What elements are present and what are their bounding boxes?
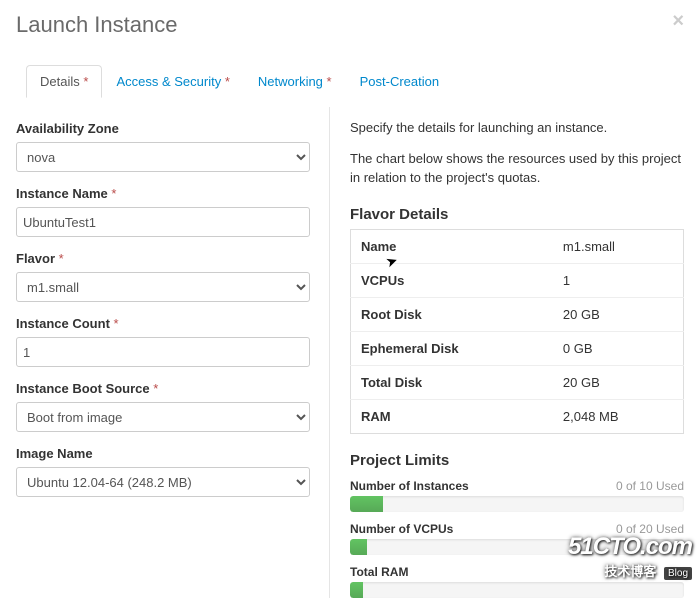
tab-networking[interactable]: Networking *: [244, 65, 346, 98]
cell-value: 0 GB: [553, 331, 684, 365]
label-instance-name: Instance Name *: [16, 186, 309, 201]
label-flavor: Flavor *: [16, 251, 309, 266]
required-asterisk: *: [83, 74, 88, 89]
progress-bar-instances: [350, 496, 684, 512]
limit-used: 0 of 10 Used: [616, 479, 684, 493]
label-image-name: Image Name: [16, 446, 309, 461]
modal-header: Launch Instance ×: [0, 0, 700, 48]
required-asterisk: *: [327, 74, 332, 89]
table-row: RAM2,048 MB: [351, 399, 684, 433]
help-text-2: The chart below shows the resources used…: [350, 150, 684, 188]
form-panel: Availability Zone nova Instance Name * F…: [16, 107, 330, 598]
tab-label: Access & Security: [116, 74, 221, 89]
field-image-name: Image Name Ubuntu 12.04-64 (248.2 MB): [16, 446, 309, 497]
table-row: Ephemeral Disk0 GB: [351, 331, 684, 365]
cell-label: Name: [351, 229, 553, 263]
progress-fill: [350, 582, 363, 598]
instance-count-input[interactable]: [16, 337, 310, 367]
field-instance-name: Instance Name *: [16, 186, 309, 237]
tab-details[interactable]: Details *: [26, 65, 102, 98]
required-asterisk: *: [59, 251, 64, 266]
details-panel: Specify the details for launching an ins…: [330, 107, 684, 598]
label-boot-source: Instance Boot Source *: [16, 381, 309, 396]
label-availability-zone: Availability Zone: [16, 121, 309, 136]
flavor-select[interactable]: m1.small: [16, 272, 310, 302]
cell-value: 20 GB: [553, 297, 684, 331]
image-name-select[interactable]: Ubuntu 12.04-64 (248.2 MB): [16, 467, 310, 497]
modal-body: Availability Zone nova Instance Name * F…: [0, 97, 700, 598]
progress-fill: [350, 496, 383, 512]
required-asterisk: *: [153, 381, 158, 396]
limit-row-ram: Total RAM: [350, 565, 684, 579]
table-row: Total Disk20 GB: [351, 365, 684, 399]
instance-name-input[interactable]: [16, 207, 310, 237]
field-boot-source: Instance Boot Source * Boot from image: [16, 381, 309, 432]
cell-label: Ephemeral Disk: [351, 331, 553, 365]
field-availability-zone: Availability Zone nova: [16, 121, 309, 172]
limit-label: Number of VCPUs: [350, 522, 453, 536]
table-row: Root Disk20 GB: [351, 297, 684, 331]
cell-value: m1.small: [553, 229, 684, 263]
cell-value: 2,048 MB: [553, 399, 684, 433]
required-asterisk: *: [225, 74, 230, 89]
limit-label: Number of Instances: [350, 479, 469, 493]
limit-used: 0 of 20 Used: [616, 522, 684, 536]
field-instance-count: Instance Count *: [16, 316, 309, 367]
cell-value: 20 GB: [553, 365, 684, 399]
progress-bar-vcpus: [350, 539, 684, 555]
tab-access-security[interactable]: Access & Security *: [102, 65, 243, 98]
limit-row-vcpus: Number of VCPUs 0 of 20 Used: [350, 522, 684, 536]
close-icon[interactable]: ×: [672, 10, 684, 33]
limit-row-instances: Number of Instances 0 of 10 Used: [350, 479, 684, 493]
tab-label: Post-Creation: [360, 74, 439, 89]
tab-post-creation[interactable]: Post-Creation: [346, 65, 453, 98]
project-limits-heading: Project Limits: [350, 452, 684, 469]
cell-label: RAM: [351, 399, 553, 433]
availability-zone-select[interactable]: nova: [16, 142, 310, 172]
cell-label: VCPUs: [351, 263, 553, 297]
cell-value: 1: [553, 263, 684, 297]
field-flavor: Flavor * m1.small: [16, 251, 309, 302]
label-instance-count: Instance Count *: [16, 316, 309, 331]
cell-label: Total Disk: [351, 365, 553, 399]
tabs-nav: Details * Access & Security * Networking…: [26, 64, 684, 97]
help-text-1: Specify the details for launching an ins…: [350, 119, 684, 138]
limit-label: Total RAM: [350, 565, 408, 579]
table-row: Namem1.small: [351, 229, 684, 263]
modal-title: Launch Instance: [16, 12, 177, 37]
boot-source-select[interactable]: Boot from image: [16, 402, 310, 432]
flavor-details-heading: Flavor Details: [350, 206, 684, 223]
table-row: VCPUs1: [351, 263, 684, 297]
flavor-details-table: Namem1.small VCPUs1 Root Disk20 GB Ephem…: [350, 229, 684, 434]
required-asterisk: *: [114, 316, 119, 331]
tab-label: Networking: [258, 74, 323, 89]
cell-label: Root Disk: [351, 297, 553, 331]
required-asterisk: *: [111, 186, 116, 201]
tab-label: Details: [40, 74, 80, 89]
progress-bar-ram: [350, 582, 684, 598]
progress-fill: [350, 539, 367, 555]
